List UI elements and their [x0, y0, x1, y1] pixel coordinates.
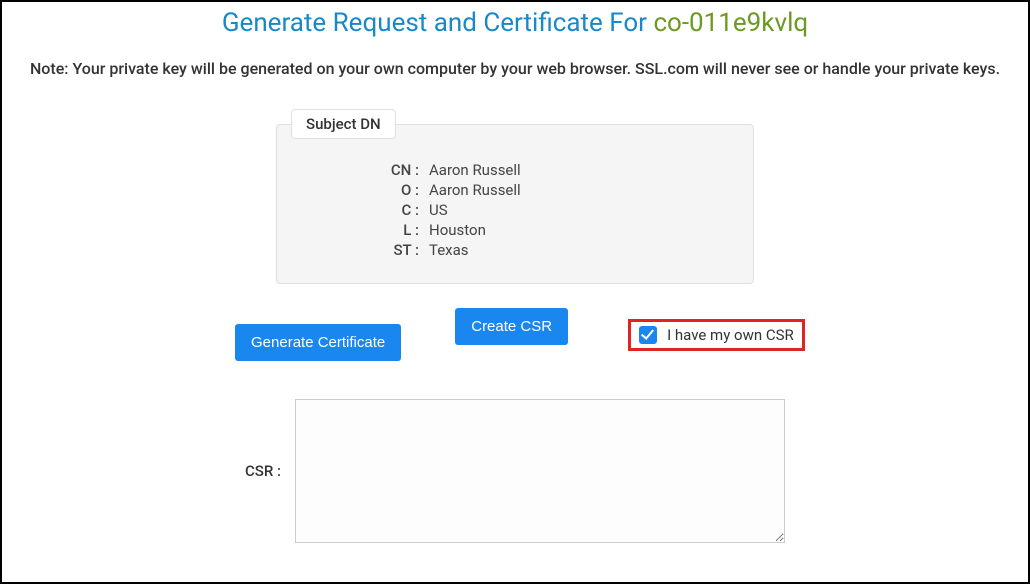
csr-label: CSR : — [245, 462, 281, 480]
dn-key: L : — [383, 221, 419, 239]
page-title-id: co-011e9kvlq — [653, 8, 808, 38]
dn-row-cn: CN : Aaron Russell — [383, 161, 733, 179]
dn-key: CN : — [383, 161, 419, 179]
own-csr-checkbox-label: I have my own CSR — [667, 326, 794, 344]
csr-textarea[interactable] — [295, 399, 785, 543]
dn-val: Houston — [429, 221, 486, 239]
private-key-note: Note: Your private key will be generated… — [2, 58, 1028, 80]
own-csr-checkbox-wrap[interactable]: I have my own CSR — [628, 319, 805, 351]
dn-row-c: C : US — [383, 201, 733, 219]
csr-row: CSR : — [2, 399, 1028, 543]
create-csr-button[interactable]: Create CSR — [455, 308, 568, 345]
dn-val: Texas — [429, 241, 469, 259]
dn-val: US — [429, 201, 448, 219]
dn-val: Aaron Russell — [429, 161, 521, 179]
dn-row-o: O : Aaron Russell — [383, 181, 733, 199]
dn-val: Aaron Russell — [429, 181, 521, 199]
own-csr-checkbox[interactable] — [639, 326, 657, 344]
subject-dn-legend: Subject DN — [291, 109, 396, 139]
dn-key: O : — [383, 181, 419, 199]
dn-key: ST : — [383, 241, 419, 259]
dn-key: C : — [383, 201, 419, 219]
subject-dn-fieldset: Subject DN CN : Aaron Russell O : Aaron … — [276, 124, 754, 284]
generate-certificate-button[interactable]: Generate Certificate — [235, 324, 401, 361]
subject-dn-table: CN : Aaron Russell O : Aaron Russell C :… — [383, 161, 733, 259]
dn-row-st: ST : Texas — [383, 241, 733, 259]
page-title-prefix: Generate Request and Certificate For — [222, 8, 654, 38]
dn-row-l: L : Houston — [383, 221, 733, 239]
action-row: Generate Certificate Create CSR I have m… — [235, 324, 795, 361]
page-title: Generate Request and Certificate For co-… — [2, 8, 1028, 38]
